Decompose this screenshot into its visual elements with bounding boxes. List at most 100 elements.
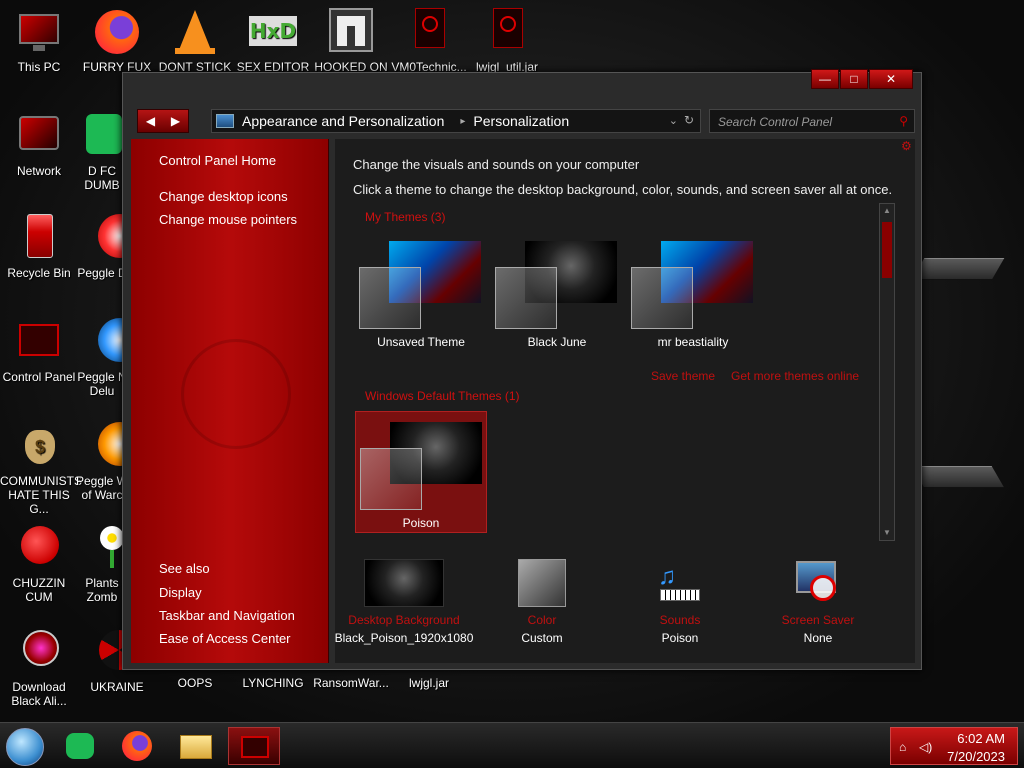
personalization-window: — □ ✕ ◀ ▶ Appearance and Personalization… bbox=[122, 69, 922, 670]
scrollbar-thumb[interactable] bbox=[882, 222, 892, 278]
screen-saver-setting[interactable]: Screen Saver None bbox=[743, 559, 893, 645]
breadcrumb-separator-icon: ▸ bbox=[460, 115, 466, 127]
start-button[interactable] bbox=[6, 728, 44, 766]
clock-date[interactable]: 7/20/2023 bbox=[947, 749, 1005, 764]
flower-icon bbox=[78, 524, 126, 572]
minimize-button[interactable]: — bbox=[811, 69, 839, 89]
network-icon[interactable]: ⌂ bbox=[899, 740, 906, 754]
help-icon[interactable]: ⚙ bbox=[901, 139, 912, 153]
setting-value: Poison bbox=[661, 631, 699, 645]
setting-label: Sounds bbox=[659, 613, 701, 627]
see-also-heading: See also bbox=[159, 561, 210, 576]
breadcrumb-appearance[interactable]: Appearance and Personalization bbox=[242, 113, 444, 129]
refresh-icon[interactable]: ↻ bbox=[684, 113, 694, 127]
desktop-icon-oops[interactable]: OOPS bbox=[156, 676, 234, 690]
scroll-up-icon[interactable]: ▲ bbox=[882, 206, 892, 216]
peggle-icon bbox=[78, 318, 142, 366]
desktop-icon-hooked-on[interactable]: HOOKED ON bbox=[312, 8, 390, 74]
color-swatch-icon bbox=[518, 559, 566, 607]
save-theme-link[interactable]: Save theme bbox=[651, 369, 715, 383]
taskbar-firefox[interactable] bbox=[112, 727, 164, 765]
vlc-cone-icon bbox=[171, 8, 219, 56]
breadcrumb-personalization[interactable]: Personalization bbox=[473, 113, 569, 129]
desktop-icon-vm0technic[interactable]: VM0Technic... bbox=[390, 8, 468, 74]
close-button[interactable]: ✕ bbox=[869, 69, 913, 89]
volume-icon[interactable]: ◁) bbox=[919, 740, 932, 754]
desktop-icon-furry-fux[interactable]: FURRY FUX bbox=[78, 8, 156, 74]
sounds-setting[interactable]: ♫ Sounds Poison bbox=[605, 559, 755, 645]
desktop-icon-lwjgl-jar[interactable]: lwjgl.jar bbox=[390, 676, 468, 690]
default-themes-heading: Windows Default Themes (1) bbox=[365, 389, 520, 403]
network-icon bbox=[15, 112, 63, 160]
setting-label: Desktop Background bbox=[348, 613, 460, 627]
green-app-icon bbox=[66, 733, 94, 759]
get-more-themes-link[interactable]: Get more themes online bbox=[731, 369, 859, 383]
sidebar-link-desktop-icons[interactable]: Change desktop icons bbox=[159, 189, 288, 204]
alien-file-icon bbox=[405, 8, 453, 56]
alien-file-icon bbox=[483, 8, 531, 56]
sidebar-link-mouse-pointers[interactable]: Change mouse pointers bbox=[159, 212, 297, 227]
screen-saver-icon bbox=[794, 559, 842, 607]
chuzzle-icon bbox=[15, 524, 63, 572]
peggle-icon bbox=[78, 214, 142, 262]
firefox-icon bbox=[122, 731, 152, 761]
sidebar: Control Panel Home Change desktop icons … bbox=[131, 139, 329, 663]
desktop-icon-lwjgl-util[interactable]: lwjgl_util.jar bbox=[468, 8, 546, 74]
scroll-down-icon[interactable]: ▼ bbox=[882, 528, 892, 538]
maze-icon bbox=[327, 8, 375, 56]
sidebar-link-home[interactable]: Control Panel Home bbox=[159, 153, 276, 168]
theme-name: Poison bbox=[402, 516, 440, 530]
desktop-icon-recycle-bin[interactable]: Recycle Bin bbox=[0, 214, 78, 280]
theme-color-swatch bbox=[360, 448, 422, 510]
color-setting[interactable]: Color Custom bbox=[467, 559, 617, 645]
sidebar-link-taskbar[interactable]: Taskbar and Navigation bbox=[159, 608, 295, 623]
theme-unsaved[interactable]: Unsaved Theme bbox=[355, 231, 487, 353]
search-input[interactable]: Search Control Panel ⚲ bbox=[709, 109, 915, 133]
desktop-icon-sex-editor[interactable]: HxD SEX EDITOR bbox=[234, 8, 312, 74]
content-pane: Change the visuals and sounds on your co… bbox=[335, 139, 915, 663]
theme-poison[interactable]: Poison bbox=[355, 411, 487, 533]
theme-color-swatch bbox=[359, 267, 421, 329]
desktop-icon-dont-stick[interactable]: DONT STICK bbox=[156, 8, 234, 74]
hxd-icon: HxD bbox=[249, 8, 297, 56]
forward-button[interactable]: ▶ bbox=[163, 110, 188, 132]
navigation-bar: ◀ ▶ Appearance and Personalization ▸ Per… bbox=[137, 109, 915, 135]
chevron-down-icon[interactable]: ⌄ bbox=[669, 114, 678, 127]
desktop-icon-this-pc[interactable]: This PC bbox=[0, 8, 78, 74]
desktop-icon-communists[interactable]: $ COMMUNISTS HATE THIS G... bbox=[0, 422, 82, 516]
desktop-icon-lynching[interactable]: LYNCHING bbox=[234, 676, 312, 690]
alien-download-icon bbox=[15, 628, 63, 676]
taskbar-green-app[interactable] bbox=[54, 727, 106, 765]
desktop-background-setting[interactable]: Desktop Background Black_Poison_1920x108… bbox=[329, 559, 479, 645]
address-bar[interactable]: Appearance and Personalization ▸ Persona… bbox=[211, 109, 701, 133]
setting-label: Color bbox=[527, 613, 557, 627]
themes-scrollbar[interactable]: ▲ ▼ bbox=[879, 203, 895, 541]
search-icon[interactable]: ⚲ bbox=[899, 114, 908, 128]
clock-time[interactable]: 6:02 AM bbox=[957, 731, 1005, 746]
desktop-icon-control-panel[interactable]: Control Panel bbox=[0, 318, 78, 384]
setting-value: Custom bbox=[521, 631, 563, 645]
desktop-icon-download-black-alien[interactable]: Download Black Ali... bbox=[0, 628, 78, 708]
background-stripe bbox=[911, 466, 1005, 488]
firefox-icon bbox=[93, 8, 141, 56]
maximize-button[interactable]: □ bbox=[840, 69, 868, 89]
sidebar-link-display[interactable]: Display bbox=[159, 585, 202, 600]
back-button[interactable]: ◀ bbox=[138, 110, 163, 132]
sidebar-link-ease-of-access[interactable]: Ease of Access Center bbox=[159, 631, 291, 646]
green-app-icon bbox=[78, 112, 126, 160]
nav-arrows: ◀ ▶ bbox=[137, 109, 189, 133]
system-tray: ⌂ ◁) 6:02 AM 7/20/2023 bbox=[890, 727, 1018, 765]
peggle-icon bbox=[78, 422, 142, 470]
folder-icon bbox=[180, 735, 212, 759]
alien-emblem-icon bbox=[181, 339, 291, 449]
taskbar-file-explorer[interactable] bbox=[170, 727, 222, 765]
taskbar-control-panel[interactable] bbox=[228, 727, 280, 765]
desktop-icon-ransomware[interactable]: RansomWar... bbox=[312, 676, 390, 690]
desktop-icon-chuzzin-cum[interactable]: CHUZZIN CUM bbox=[0, 524, 78, 604]
theme-black-june[interactable]: Black June bbox=[491, 231, 623, 353]
control-panel-icon bbox=[216, 114, 234, 128]
taskbar: ⌂ ◁) 6:02 AM 7/20/2023 bbox=[0, 722, 1024, 768]
theme-mr-beastiality[interactable]: mr beastiality bbox=[627, 231, 759, 353]
desktop-icon-network[interactable]: Network bbox=[0, 112, 78, 178]
setting-label: Screen Saver bbox=[781, 613, 855, 627]
